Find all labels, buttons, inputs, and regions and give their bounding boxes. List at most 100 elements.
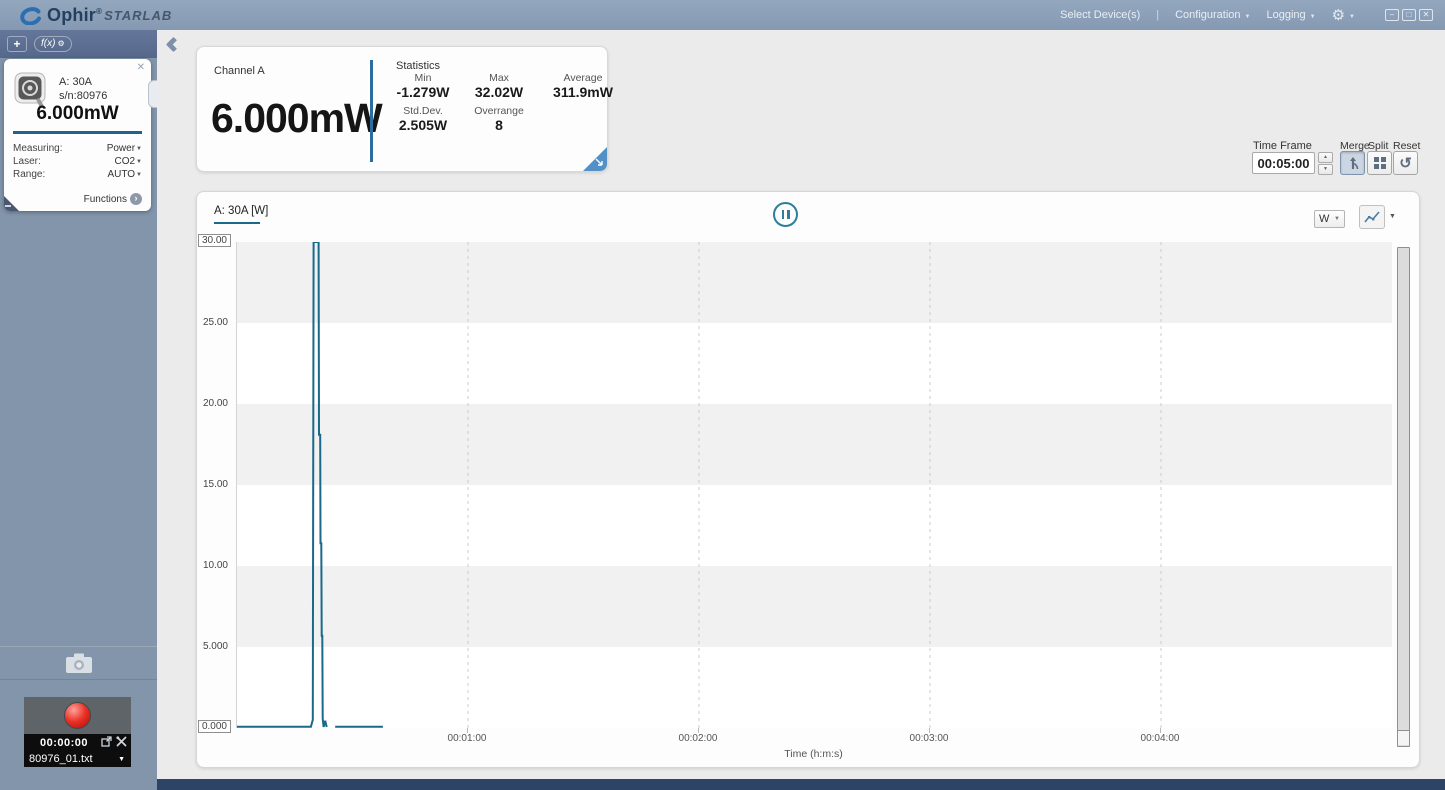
stat-label: Max [489,72,509,84]
add-device-button[interactable]: + [7,36,27,52]
range-row: Range: AUTO▼ [13,169,142,182]
brand-subname: STARLAB [104,7,173,23]
stat-value: 311.9mW [553,84,613,100]
sidebar-header: + f(x) ⚙ [0,30,157,58]
recording-timer-row: 00:00:00 [24,734,131,751]
pause-button[interactable] [773,202,798,227]
chevron-down-icon: ▼ [136,172,142,178]
starlab-window: Ophir® STARLAB Select Device(s) | Config… [0,0,1445,790]
device-card[interactable]: ✕ A: 30A s/n:80976 6.000mW Measuring: Po… [4,59,151,211]
camera-icon[interactable] [65,652,93,674]
recording-file-row: 80976_01.txt ▼ [24,751,131,767]
slider-thumb[interactable] [1398,730,1409,745]
device-name: A: 30A [59,76,93,88]
spinner-down-icon[interactable]: ▼ [1318,164,1333,175]
functions-link[interactable]: Functions › [84,193,142,205]
chevron-down-icon: ▼ [1244,14,1251,20]
vertical-zoom-slider[interactable] [1397,247,1410,747]
tools-icon[interactable] [116,736,127,747]
laser-select[interactable]: CO2▼ [114,156,142,167]
stat-label: Overrange [474,105,524,117]
menu-configuration[interactable]: Configuration ▼ [1175,9,1250,21]
chevron-down-icon: ▼ [136,159,142,165]
pause-icon [781,210,784,219]
measuring-row: Measuring: Power▼ [13,143,142,156]
spinner-up-icon[interactable]: ▲ [1318,152,1333,163]
stat-value: -1.279W [396,84,450,100]
stat-value: 2.505W [398,117,448,133]
stat-value: 8 [495,117,503,133]
stat-label: Average [563,72,603,84]
fx-label: f(x) [41,38,56,49]
stat-average: Average 311.9mW [537,72,629,100]
settings-menu[interactable]: ⚙ ▼ [1332,6,1355,24]
chevron-down-icon[interactable]: ▼ [1389,213,1396,220]
functions-config-button[interactable]: f(x) ⚙ [34,36,72,52]
stat-overrange: Overrange 8 [461,105,537,133]
stat-stddev: Std.Dev. 2.505W [385,105,461,133]
menu-logging[interactable]: Logging ▼ [1266,9,1315,21]
plot-area[interactable] [236,242,1392,728]
restore-button[interactable]: □ [1402,9,1416,21]
close-icon[interactable]: ✕ [137,62,145,73]
merge-button[interactable] [1340,151,1365,175]
recording-timer: 00:00:00 [40,736,89,749]
stats-title: Statistics [396,60,441,72]
measuring-select[interactable]: Power▼ [107,143,142,154]
menu-configuration-label: Configuration [1175,9,1241,21]
chart-type-button[interactable] [1359,205,1385,229]
card-corner-fold[interactable] [4,196,19,211]
reset-icon: ↺ [1399,154,1412,172]
title-bar: Ophir® STARLAB Select Device(s) | Config… [0,0,1445,30]
menu-select-devices[interactable]: Select Device(s) [1060,9,1140,21]
close-button[interactable]: ✕ [1419,9,1433,21]
unit-select[interactable]: W ▼ [1314,210,1345,228]
chevron-down-icon: ▼ [1309,14,1316,20]
range-select[interactable]: AUTO▼ [107,169,142,180]
menu-separator: | [1156,9,1160,21]
y-axis-tick: 5.000 [202,641,228,652]
ophir-swoosh-icon [20,7,41,25]
ophir-logo: Ophir® STARLAB [18,5,172,26]
laser-row: Laser: CO2▼ [13,156,142,169]
recording-panel: 00:00:00 80976_01.txt ▼ [24,697,131,767]
window-controls: – □ ✕ [1385,9,1433,21]
split-grid-icon [1373,157,1386,169]
pause-icon [787,210,790,219]
y-axis-tick: 30.00 [197,234,231,247]
y-axis-tick: 25.00 [202,317,228,328]
registered-mark: ® [96,6,103,16]
stat-max: Max 32.02W [461,72,537,100]
resize-corner-handle[interactable] [583,147,607,171]
channel-title: Channel A [214,65,265,77]
chevron-down-icon: ▼ [1334,216,1340,222]
x-axis-tick: 00:02:00 [678,733,718,744]
stats-divider [370,60,373,162]
unit-select-value: W [1319,213,1330,225]
device-serial: s/n:80976 [59,90,108,102]
chevron-down-icon[interactable]: ▼ [118,756,125,763]
split-button[interactable] [1367,151,1392,175]
x-axis-tick: 00:04:00 [1140,733,1180,744]
minimize-button[interactable]: – [1385,9,1399,21]
merge-icon [1349,157,1358,170]
x-axis-tick: 00:03:00 [909,733,949,744]
menu-logging-label: Logging [1266,9,1306,21]
device-reading: 6.000mW [36,103,119,124]
time-frame-label: Time Frame [1253,140,1312,152]
reset-button[interactable]: ↺ [1393,151,1418,175]
arrow-right-icon: › [130,193,142,205]
bottom-status-bar [157,779,1445,790]
time-frame-input[interactable] [1252,152,1315,174]
sidebar-collapse-handle[interactable] [148,80,157,108]
plot-canvas [237,242,1392,728]
functions-label: Functions [83,193,127,205]
accent-divider [13,131,142,134]
record-button[interactable] [64,702,91,729]
x-axis-tick: 00:01:00 [447,733,487,744]
range-label: Range: [13,169,46,180]
y-axis-tick: 15.00 [202,479,228,490]
popout-icon[interactable] [101,736,112,747]
chart-panel: A: 30A [W] W ▼ ▼ 30.00 25.00 20.00 15.00 10.… [196,191,1420,768]
line-chart-icon [1364,211,1380,223]
